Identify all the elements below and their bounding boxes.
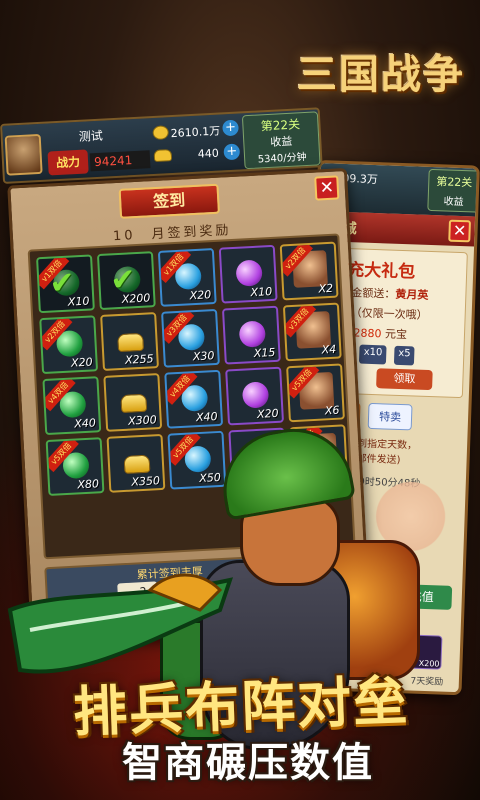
shop-close-button[interactable]: ✕ <box>448 219 471 243</box>
signin-day-cell[interactable]: X255 <box>100 312 159 371</box>
level-box[interactable]: 第22关 收益 5340/分钟 <box>241 111 321 170</box>
reward-count: X10 <box>250 284 273 300</box>
signin-day-cell[interactable]: v2双倍 X20 <box>39 315 99 375</box>
signin-day-cell[interactable]: v5双倍 X6 <box>286 363 345 423</box>
reward-count: X6 <box>324 403 340 418</box>
signin-day-cell[interactable]: ✔ X200 <box>96 251 156 311</box>
signin-day-cell[interactable]: v3双倍 X4 <box>282 302 342 362</box>
add-gold-button[interactable]: + <box>222 119 239 137</box>
signin-day-cell[interactable]: v4双倍 X40 <box>42 376 102 436</box>
avatar[interactable] <box>4 133 43 176</box>
claim-button[interactable]: 领取 <box>376 368 433 391</box>
signin-day-cell[interactable]: v2双倍 X2 <box>279 241 339 301</box>
reward-count: X2 <box>318 281 334 296</box>
reward-count: X255 <box>124 352 154 367</box>
signin-day-cell[interactable]: v5双倍 X80 <box>45 437 105 496</box>
signin-day-cell[interactable]: v3双倍 X30 <box>161 308 220 368</box>
signin-day-cell[interactable]: X300 <box>103 373 163 432</box>
gold-coin-icon <box>152 125 170 141</box>
gift-price-unit: 元宝 <box>384 327 408 342</box>
signin-day-cell[interactable]: v4双倍 X40 <box>164 369 224 429</box>
signin-close-button[interactable]: ✕ <box>314 175 340 201</box>
power-value: 94241 <box>89 150 151 172</box>
player-name: 测试 <box>78 128 104 144</box>
gold-ingot-icon <box>117 332 145 353</box>
shop-income-label: 收益 <box>443 196 464 209</box>
tab-special-sale[interactable]: 特卖 <box>367 402 413 431</box>
income-rate: 5340/分钟 <box>257 152 307 166</box>
reward-count: X4 <box>321 342 337 357</box>
slogan-line-2: 智商碾压数值 <box>122 739 374 786</box>
purple-orb-icon <box>238 320 267 348</box>
reward-count: X40 <box>73 416 97 431</box>
gold-value: 2610.1万 <box>170 124 221 141</box>
gift-reward-item: x5 <box>393 345 415 366</box>
purple-orb-icon <box>241 381 270 409</box>
shop-level-box[interactable]: 第22关 收益 <box>427 168 480 213</box>
reward-count: X20 <box>70 355 93 370</box>
signin-day-cell[interactable]: v1双倍 ✔ X10 <box>36 254 95 314</box>
reward-count: X20 <box>256 406 279 421</box>
reward-count: X40 <box>195 410 218 425</box>
signin-day-cell[interactable]: v1双倍 X20 <box>157 247 217 307</box>
signin-day-cell[interactable]: X20 <box>225 366 285 426</box>
reward-count: X20 <box>189 288 212 303</box>
signin-day-cell[interactable]: X15 <box>221 305 281 365</box>
ingot-value: 440 <box>197 146 220 161</box>
signin-day-cell[interactable]: X10 <box>218 244 278 304</box>
signin-title: 签到 <box>118 183 220 219</box>
reward-count: X300 <box>127 413 158 428</box>
gift-any-amount-value: 黄月英 <box>395 287 429 302</box>
purple-orb-icon <box>235 259 263 287</box>
checkmark-icon: ✔ <box>48 265 76 302</box>
reward-count: X30 <box>192 349 215 364</box>
ingot-icon <box>153 149 173 162</box>
hero-hat <box>214 419 356 521</box>
reward-count: X15 <box>253 345 276 361</box>
checkmark-icon: ✔ <box>109 262 137 299</box>
gold-ingot-icon <box>120 393 148 414</box>
power-label: 战力 <box>47 149 89 176</box>
shop-level: 第22关 <box>436 175 473 190</box>
game-logo: 三国战争 <box>297 51 465 98</box>
add-ingot-button[interactable]: + <box>223 143 241 161</box>
reward-count: X80 <box>77 477 100 492</box>
